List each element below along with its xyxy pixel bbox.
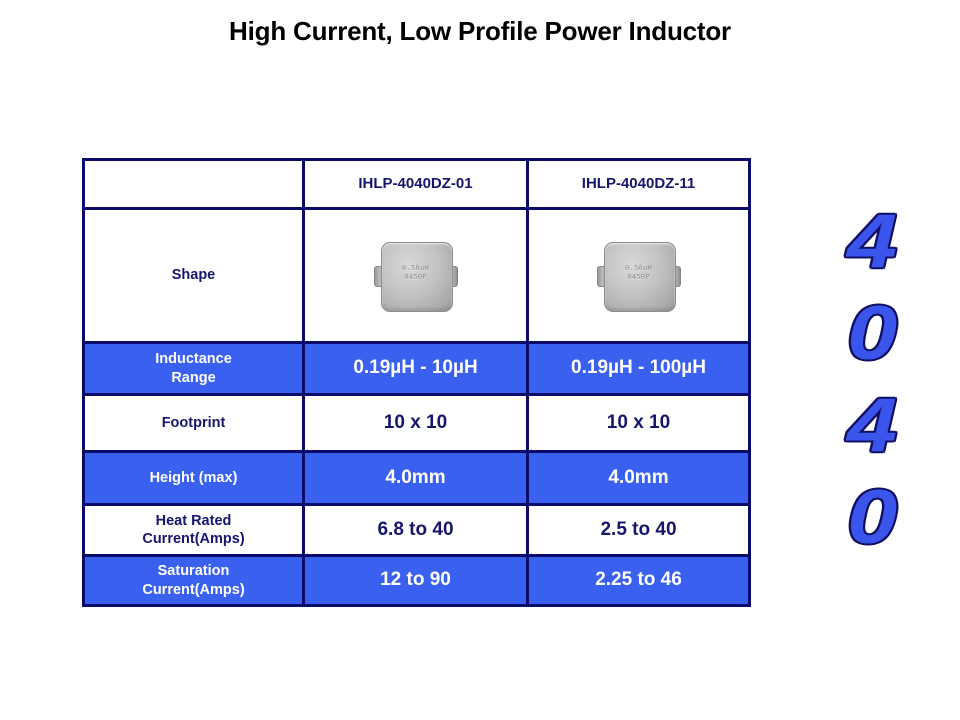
value-cell: 4.0mm	[302, 450, 529, 506]
value-cell: 6.8 to 40	[302, 503, 529, 557]
value-text: 10 x 10	[383, 411, 448, 433]
row-label-line1: Saturation	[157, 563, 230, 580]
row-label-heat-rated-current: Heat Rated Current(Amps)	[82, 503, 305, 557]
value-cell: 0.19µH - 100µH	[526, 341, 751, 396]
table-row: Inductance Range 0.19µH - 10µH 0.19µH - …	[82, 341, 751, 396]
row-label-line1: Inductance	[155, 351, 232, 368]
column-header-label: IHLP-4040DZ-01	[358, 175, 473, 192]
value-text: 0.19µH - 100µH	[571, 357, 706, 379]
row-label-shape: Shape	[82, 207, 305, 344]
table-row: Heat Rated Current(Amps) 6.8 to 40 2.5 t…	[82, 503, 751, 557]
row-label-line2: Current(Amps)	[142, 581, 245, 598]
column-header-label: IHLP-4040DZ-11	[581, 175, 696, 192]
row-label-line2: Current(Amps)	[142, 531, 245, 547]
value-text: 2.5 to 40	[600, 518, 677, 540]
table-row: Footprint 10 x 10 10 x 10	[82, 393, 751, 453]
value-cell: 2.25 to 46	[526, 554, 751, 607]
value-cell: 12 to 90	[302, 554, 529, 607]
inductor-photo-icon: 0.56uH 0450P	[373, 240, 459, 312]
table-row: Saturation Current(Amps) 12 to 90 2.25 t…	[82, 554, 751, 607]
inductor-marking-line1: 0.56uH	[624, 263, 653, 272]
page-title: High Current, Low Profile Power Inductor	[229, 16, 731, 46]
decorative-digit: 4	[846, 198, 899, 286]
value-text: 2.25 to 46	[595, 569, 682, 591]
value-text: 12 to 90	[380, 569, 451, 591]
row-label-text: Heat Rated Current(Amps)	[85, 512, 302, 548]
inductor-marking: 0.56uH 0450P	[604, 264, 674, 282]
value-text: 6.8 to 40	[377, 518, 454, 540]
value-cell: 4.0mm	[526, 450, 751, 506]
shape-cell-part-2: 0.56uH 0450P	[526, 207, 751, 344]
table-corner-cell	[82, 158, 305, 210]
value-text: 10 x 10	[606, 411, 671, 433]
row-label-footprint: Footprint	[82, 393, 305, 453]
inductor-marking-line2: 0450P	[404, 272, 427, 281]
row-label-height-max: Height (max)	[82, 450, 305, 506]
column-header-part-1: IHLP-4040DZ-01	[302, 158, 529, 210]
value-cell: 10 x 10	[302, 393, 529, 453]
value-cell: 10 x 10	[526, 393, 751, 453]
decorative-digit: 4	[846, 382, 899, 470]
table-header-row: IHLP-4040DZ-01 IHLP-4040DZ-11	[82, 158, 751, 210]
specification-table: IHLP-4040DZ-01 IHLP-4040DZ-11 Shape 0.56	[82, 158, 751, 607]
row-label-text: Footprint	[161, 414, 226, 431]
value-text: 4.0mm	[385, 466, 446, 488]
decorative-4040-graphic: 4 0 4 0	[812, 196, 932, 564]
value-cell: 2.5 to 40	[526, 503, 751, 557]
inductor-marking-line2: 0450P	[627, 272, 650, 281]
inductor-marking-line1: 0.56uH	[401, 263, 430, 272]
row-label-text: Shape	[171, 267, 216, 284]
inductor-photo-icon: 0.56uH 0450P	[596, 240, 682, 312]
value-cell: 0.19µH - 10µH	[302, 341, 529, 396]
row-label-text: Height (max)	[149, 469, 238, 486]
value-text: 4.0mm	[608, 466, 669, 488]
column-header-part-2: IHLP-4040DZ-11	[526, 158, 751, 210]
decorative-digit: 0	[846, 474, 899, 562]
inductor-marking: 0.56uH 0450P	[381, 264, 451, 282]
row-label-line2: Range	[171, 369, 216, 386]
row-label-text: Inductance Range	[85, 350, 302, 386]
row-label-line1: Heat Rated	[155, 512, 232, 529]
table-row: Shape 0.56uH 0450P 0.56uH 0450P	[82, 207, 751, 344]
row-label-saturation-current: Saturation Current(Amps)	[82, 554, 305, 607]
value-text: 0.19µH - 10µH	[353, 357, 478, 379]
row-label-inductance-range: Inductance Range	[82, 341, 305, 396]
shape-cell-part-1: 0.56uH 0450P	[302, 207, 529, 344]
row-label-text: Saturation Current(Amps)	[85, 562, 302, 598]
table-row: Height (max) 4.0mm 4.0mm	[82, 450, 751, 506]
decorative-digit: 0	[846, 290, 899, 378]
